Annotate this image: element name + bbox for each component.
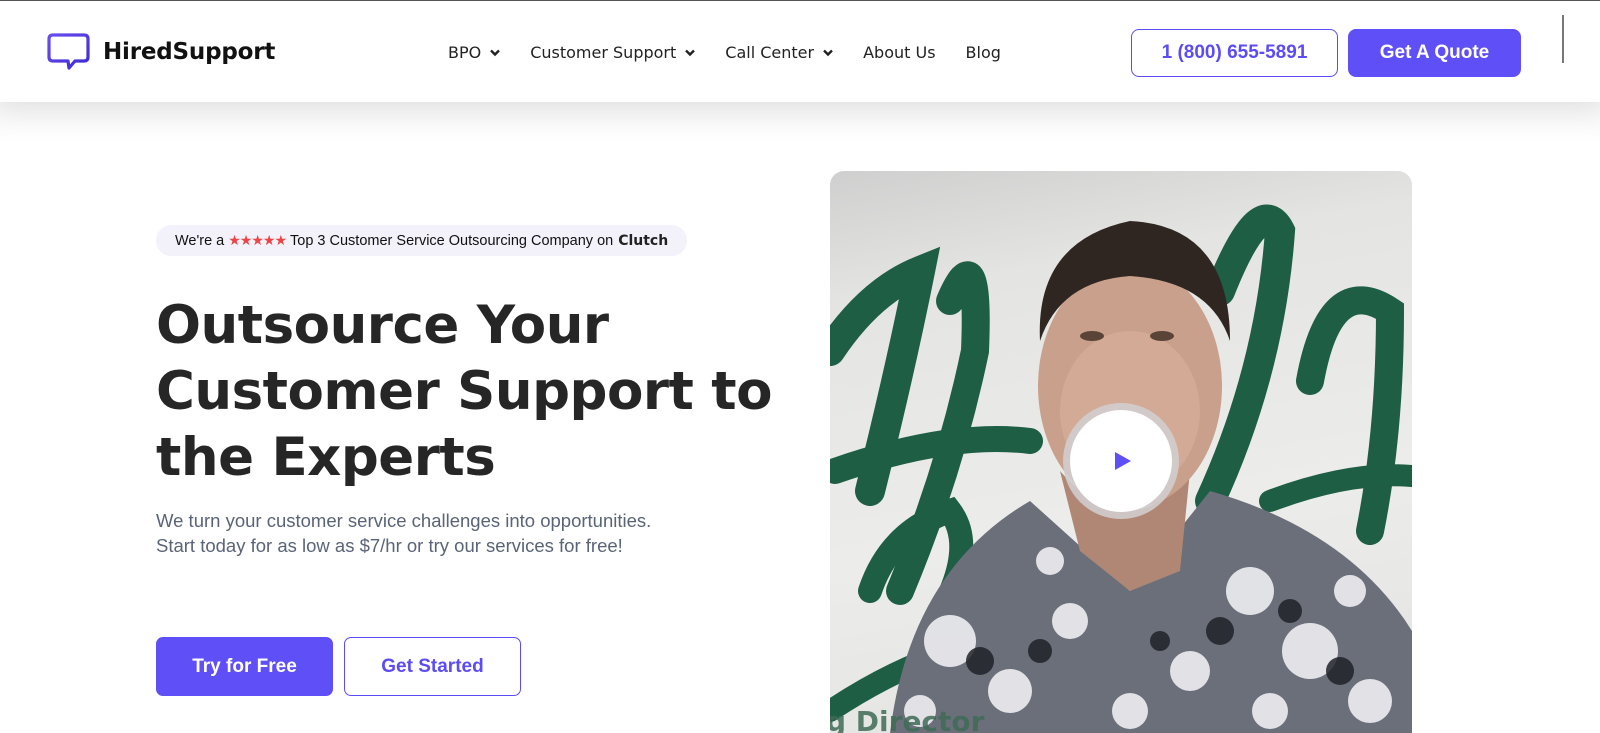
- nav-item-about-us[interactable]: About Us: [863, 43, 935, 62]
- badge-text: Top 3 Customer Service Outsourcing Compa…: [290, 232, 614, 249]
- chevron-down-icon: [823, 49, 833, 56]
- star-rating-icon: ★★★★★: [228, 232, 287, 248]
- nav-item-bpo[interactable]: BPO: [448, 43, 501, 62]
- get-started-button[interactable]: Get Started: [344, 637, 521, 696]
- play-icon: [1115, 452, 1131, 470]
- hero-title-line: the Experts: [156, 427, 496, 488]
- clutch-badge: We're a ★★★★★ Top 3 Customer Service Out…: [156, 225, 688, 256]
- nav-label: BPO: [448, 43, 482, 62]
- nav-item-customer-support[interactable]: Customer Support: [530, 43, 696, 62]
- get-quote-button[interactable]: Get A Quote: [1348, 29, 1521, 77]
- nav-label: Customer Support: [530, 43, 677, 62]
- hero-title-line: Customer Support to: [156, 361, 773, 422]
- chevron-down-icon: [685, 49, 696, 56]
- video-caption: g Director: [830, 705, 985, 733]
- nav-item-blog[interactable]: Blog: [966, 43, 1001, 62]
- brand-logo[interactable]: HiredSupport: [47, 32, 275, 72]
- nav-label: Blog: [965, 43, 1001, 62]
- phone-button[interactable]: 1 (800) 655-5891: [1131, 29, 1338, 77]
- nav-label: Call Center: [725, 43, 815, 62]
- nav-label: About Us: [863, 43, 936, 62]
- try-for-free-button[interactable]: Try for Free: [156, 637, 333, 696]
- hero-subtitle: We turn your customer service challenges…: [156, 510, 652, 556]
- brand-name: HiredSupport: [103, 39, 276, 65]
- hero-title: Outsource Your Customer Support to the E…: [156, 293, 776, 491]
- hero-title-line: Outsource Your: [156, 295, 609, 356]
- scrollbar[interactable]: [1562, 15, 1564, 63]
- clutch-logo: Clutch: [618, 232, 669, 249]
- chevron-down-icon: [490, 49, 501, 56]
- site-header: HiredSupport BPO Customer Support Call C…: [0, 1, 1600, 102]
- play-button-inner: [1070, 410, 1172, 512]
- play-button[interactable]: [1063, 403, 1179, 519]
- chat-bubble-icon: [47, 33, 90, 70]
- badge-prefix: We're a: [175, 232, 225, 249]
- main-nav: BPO Customer Support Call Center About U…: [448, 43, 1031, 62]
- header-shadow-band: [0, 102, 1600, 142]
- nav-item-call-center[interactable]: Call Center: [725, 43, 833, 62]
